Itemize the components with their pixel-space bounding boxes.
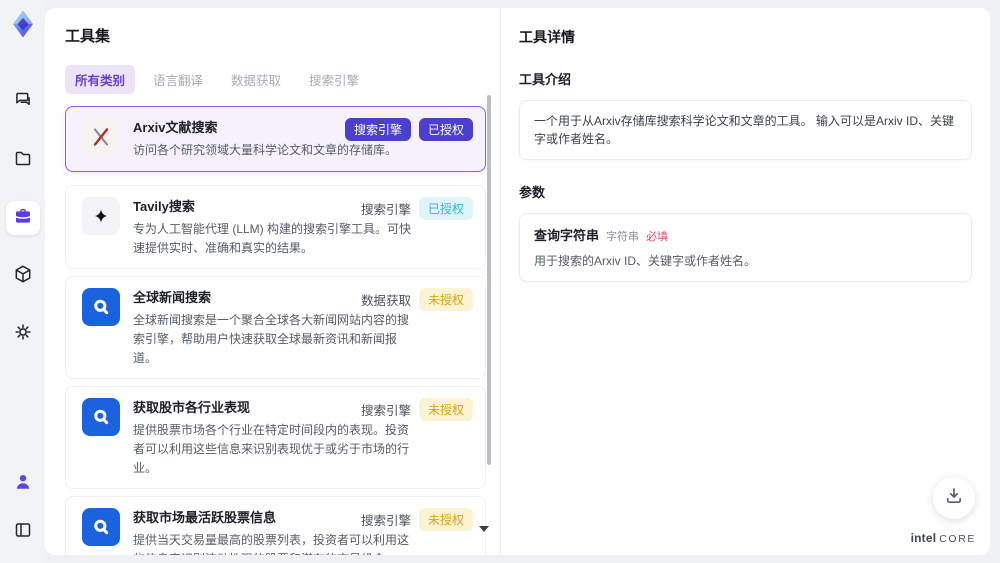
tab-data-fetch[interactable]: 数据获取: [221, 65, 291, 94]
main-panel: 工具集 所有类别 语言翻译 数据获取 搜索引擎 Arxiv文献搜索 访问各个研究…: [45, 8, 990, 555]
tool-card-tavily[interactable]: Tavily搜索 专为人工智能代理 (LLM) 构建的搜索引擎工具。可快速提供实…: [65, 184, 486, 270]
category-badge: 搜索引擎: [344, 118, 411, 141]
tool-card-most-active-stocks[interactable]: 获取市场最活跃股票信息 提供当天交易量最高的股票列表，投资者可以利用这些信息来识…: [65, 496, 486, 555]
param-required-badge: 必填: [646, 231, 669, 243]
tool-card-arxiv[interactable]: Arxiv文献搜索 访问各个研究领域大量科学论文和文章的存储库。 搜索引擎 已授…: [65, 106, 486, 172]
package-icon: [13, 264, 33, 289]
tool-description: 提供当天交易量最高的股票列表，投资者可以利用这些信息来识别流动性强的股票和潜在的…: [133, 533, 410, 555]
page-title: 工具集: [65, 28, 111, 45]
tab-all-categories[interactable]: 所有类别: [65, 65, 136, 94]
tool-description: 提供股票市场各个行业在特定时间段内的表现。投资者可以利用这些信息来识别表现优于或…: [133, 423, 410, 475]
param-name: 查询字符串: [534, 228, 600, 243]
brand-diamond-logo: [8, 9, 38, 39]
scroll-down-caret[interactable]: [479, 526, 489, 532]
tool-description: 全球新闻搜索是一个聚合全球各大新闻网站内容的搜索引擎，帮助用户快速获取全球最新资…: [133, 313, 410, 365]
arxiv-logo: [82, 118, 120, 156]
tavily-star-logo: [82, 196, 120, 235]
tool-list-panel: 工具集 所有类别 语言翻译 数据获取 搜索引擎 Arxiv文献搜索 访问各个研究…: [45, 8, 500, 555]
param-box: 查询字符串 字符串 必填 用于搜索的Arxiv ID、关键字或作者姓名。: [519, 213, 972, 282]
intel-logo-text: intel: [910, 531, 937, 545]
auth-status-badge: 已授权: [418, 196, 473, 220]
gear-icon: [13, 322, 33, 347]
sidebar-item-files[interactable]: [6, 143, 40, 177]
tool-card-sector-performance[interactable]: 获取股市各行业表现 提供股票市场各个行业在特定时间段内的表现。投资者可以利用这些…: [65, 386, 486, 490]
stock-search-logo: [82, 398, 120, 437]
detail-title: 工具详情: [519, 29, 575, 45]
auth-status-badge: 未授权: [418, 288, 473, 312]
auth-status-badge: 未授权: [418, 508, 473, 532]
category-label: 搜索引擎: [360, 404, 411, 419]
category-label: 搜索引擎: [360, 202, 411, 217]
download-icon: [943, 485, 965, 512]
intro-box: 一个用于从Arxiv存储库搜索科学论文和文章的工具。 输入可以是Arxiv ID…: [519, 100, 972, 160]
stock-search-logo: [82, 508, 120, 547]
tool-card-global-news[interactable]: 全球新闻搜索 全球新闻搜索是一个聚合全球各大新闻网站内容的搜索引擎，帮助用户快速…: [65, 276, 486, 380]
category-tabs: 所有类别 语言翻译 数据获取 搜索引擎: [65, 65, 486, 94]
collapse-panel-icon: [13, 520, 33, 545]
auth-status-badge: 未授权: [418, 398, 473, 422]
intro-text: 一个用于从Arxiv存储库搜索科学论文和文章的工具。 输入可以是Arxiv ID…: [534, 114, 955, 146]
intel-core-logo: intel core: [911, 531, 976, 545]
list-scrollbar[interactable]: [487, 95, 491, 535]
intro-heading: 工具介绍: [519, 72, 572, 87]
tab-language-translation[interactable]: 语言翻译: [143, 65, 213, 94]
tool-detail-panel: 工具详情 工具介绍 一个用于从Arxiv存储库搜索科学论文和文章的工具。 输入可…: [501, 8, 990, 555]
category-label: 数据获取: [360, 294, 411, 309]
auth-status-badge: 已授权: [418, 118, 473, 141]
briefcase-tools-icon: [13, 206, 33, 231]
tab-search-engine[interactable]: 搜索引擎: [299, 65, 369, 94]
folder-icon: [13, 148, 33, 173]
params-heading: 参数: [519, 185, 546, 200]
user-avatar-icon: [13, 472, 33, 497]
left-sidebar: [0, 0, 45, 563]
sidebar-item-profile[interactable]: [6, 467, 40, 501]
scrollbar-thumb[interactable]: [487, 95, 491, 465]
sidebar-item-settings[interactable]: [6, 317, 40, 351]
sidebar-item-packages[interactable]: [6, 259, 40, 293]
param-description: 用于搜索的Arxiv ID、关键字或作者姓名。: [534, 254, 757, 268]
tool-list: Arxiv文献搜索 访问各个研究领域大量科学论文和文章的存储库。 搜索引擎 已授…: [65, 106, 486, 555]
category-label: 搜索引擎: [360, 514, 411, 529]
download-button[interactable]: [933, 477, 975, 519]
core-logo-text: core: [939, 533, 976, 545]
param-type: 字符串: [606, 231, 640, 243]
tool-description: 专为人工智能代理 (LLM) 构建的搜索引擎工具。可快速提供实时、准确和真实的结…: [133, 221, 412, 255]
tool-description: 访问各个研究领域大量科学论文和文章的存储库。: [133, 143, 398, 158]
news-search-logo: [82, 288, 120, 327]
sidebar-item-collapse[interactable]: [6, 515, 40, 549]
sidebar-item-chat[interactable]: [6, 85, 40, 119]
chat-icon: [13, 90, 33, 115]
sidebar-item-tools[interactable]: [5, 201, 40, 235]
